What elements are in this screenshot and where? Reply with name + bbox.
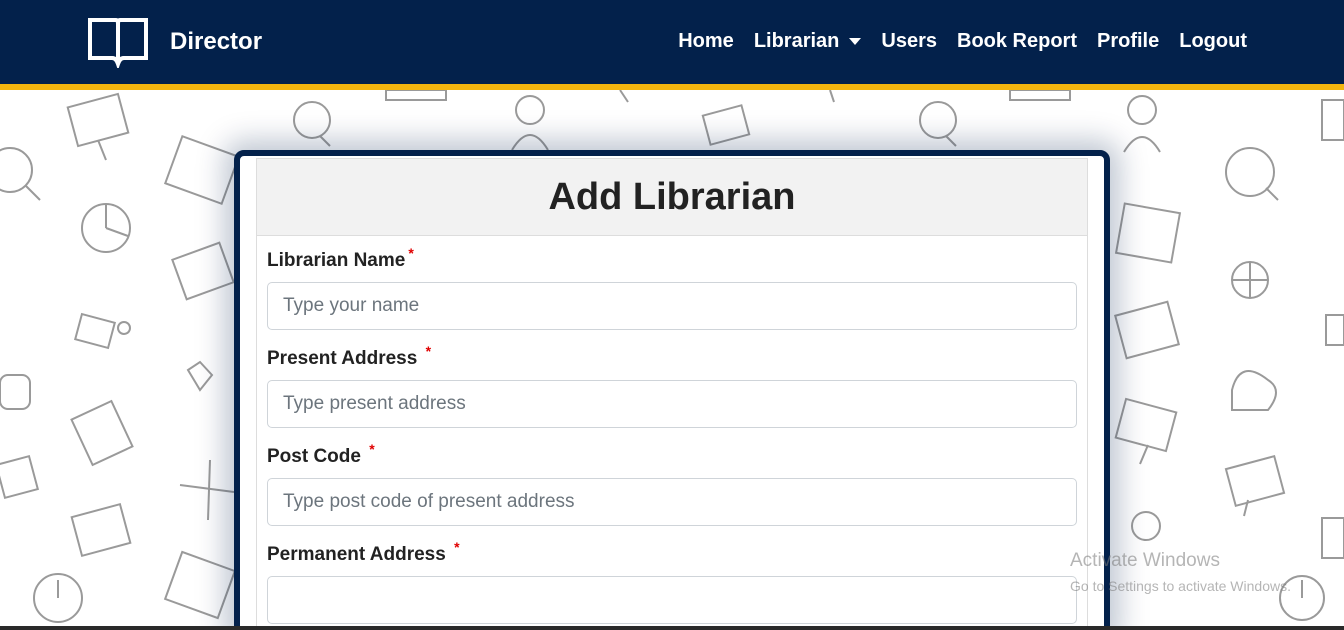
required-mark: *: [425, 343, 432, 359]
permanent-address-label-text: Permanent Address: [267, 544, 446, 565]
field-librarian-name: Librarian Name *: [267, 245, 1077, 330]
form-body: Librarian Name* Present Address * Post C…: [256, 236, 1088, 630]
nav-profile[interactable]: Profile: [1097, 30, 1159, 53]
post-code-label-text: Post Code: [267, 446, 361, 467]
card-header: Add Librarian: [256, 158, 1088, 236]
required-mark: *: [454, 539, 460, 555]
librarian-name-input[interactable]: [267, 282, 1077, 330]
librarian-name-label: Librarian Name *: [267, 245, 1077, 272]
page-title: Add Librarian: [548, 175, 796, 218]
field-post-code: Post Code *: [267, 441, 1077, 526]
field-present-address: Present Address *: [267, 343, 1077, 428]
brand-name: Director: [170, 28, 263, 55]
main-nav: Home Librarian Users Book Report Profile…: [678, 30, 1247, 53]
nav-librarian-dropdown[interactable]: Librarian: [754, 30, 862, 53]
librarian-name-label-text: Librarian Name: [267, 250, 406, 271]
required-mark: *: [369, 441, 375, 457]
book-icon: [88, 18, 148, 68]
present-address-label: Present Address *: [267, 343, 1077, 370]
post-code-input[interactable]: [267, 478, 1077, 526]
nav-book-report[interactable]: Book Report: [957, 30, 1077, 53]
navbar: Director Home Librarian Users Book Repor…: [0, 0, 1344, 84]
taskbar-edge: [0, 626, 1344, 630]
field-permanent-address: Permanent Address *: [267, 539, 1077, 624]
nav-librarian-label: Librarian: [753, 30, 840, 52]
permanent-address-input[interactable]: [267, 576, 1077, 624]
nav-home[interactable]: Home: [678, 30, 734, 53]
add-librarian-card: Add Librarian Librarian Name* Present Ad…: [234, 150, 1110, 630]
permanent-address-label: Permanent Address *: [267, 539, 1077, 566]
nav-logout[interactable]: Logout: [1179, 30, 1247, 53]
nav-users[interactable]: Users: [881, 30, 937, 53]
caret-down-icon: [849, 38, 862, 45]
required-mark: *: [408, 245, 414, 261]
brand[interactable]: Director: [86, 16, 262, 68]
post-code-label: Post Code *: [267, 441, 1077, 468]
present-address-input[interactable]: [267, 380, 1077, 428]
present-address-label-text: Present Address: [267, 348, 418, 369]
